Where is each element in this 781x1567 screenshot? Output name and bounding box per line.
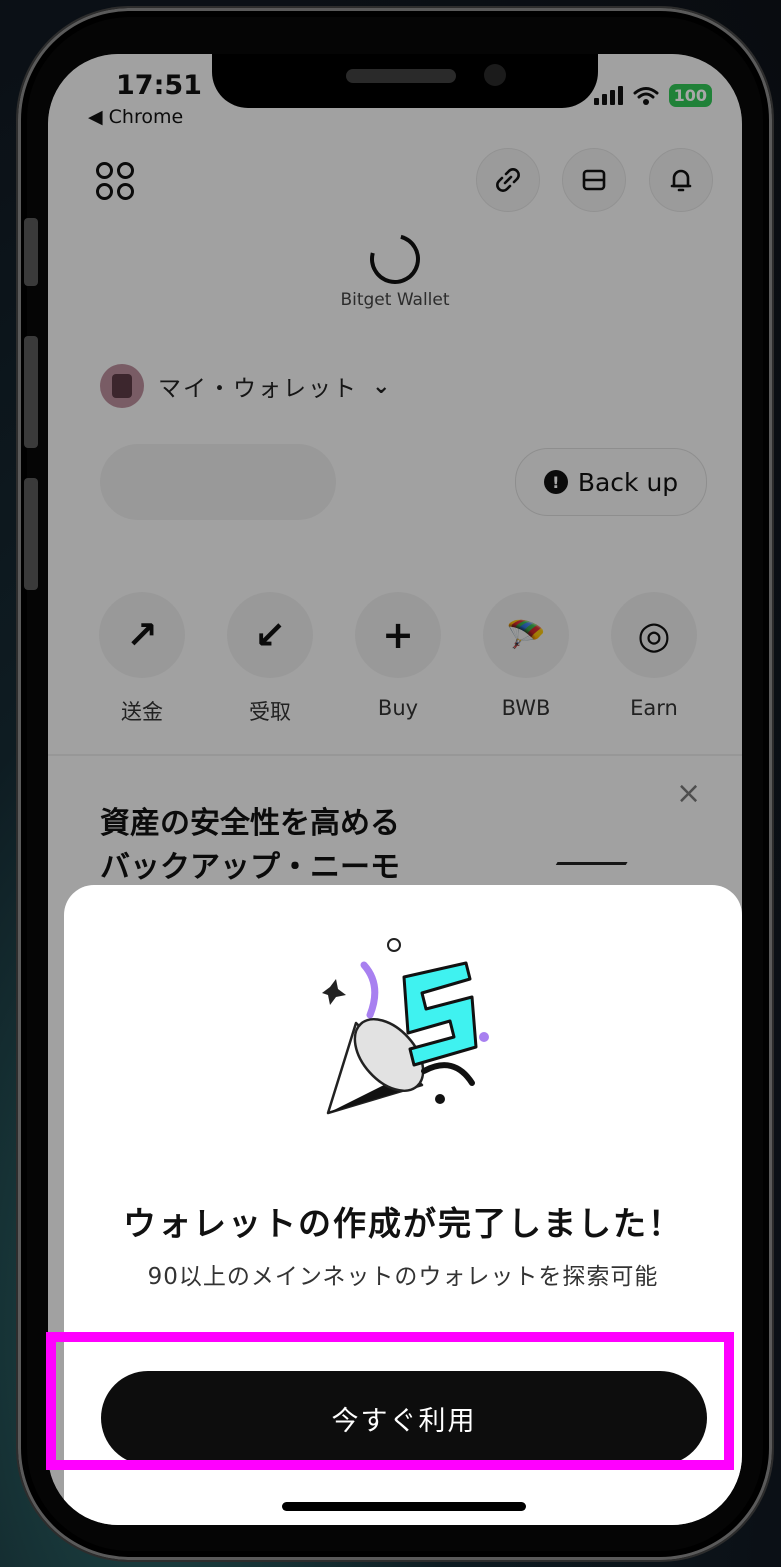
app-screen: 17:51 ◀ Chrome 100 Bitget Wallet マイ・ウォレッ… — [48, 54, 742, 1525]
target-highlight-box — [46, 1332, 734, 1470]
home-indicator[interactable] — [282, 1502, 526, 1511]
volume-down-button — [24, 478, 38, 590]
speaker-grille — [346, 69, 456, 83]
silent-switch — [24, 218, 38, 286]
success-title: ウォレットの作成が完了しました！ — [123, 1204, 683, 1243]
volume-up-button — [24, 336, 38, 448]
success-subtitle: 90以上のメインネットのウォレットを探索可能 — [147, 1264, 659, 1290]
front-camera — [484, 64, 506, 86]
camera-notch — [212, 54, 598, 108]
party-popper-icon — [322, 938, 489, 1115]
